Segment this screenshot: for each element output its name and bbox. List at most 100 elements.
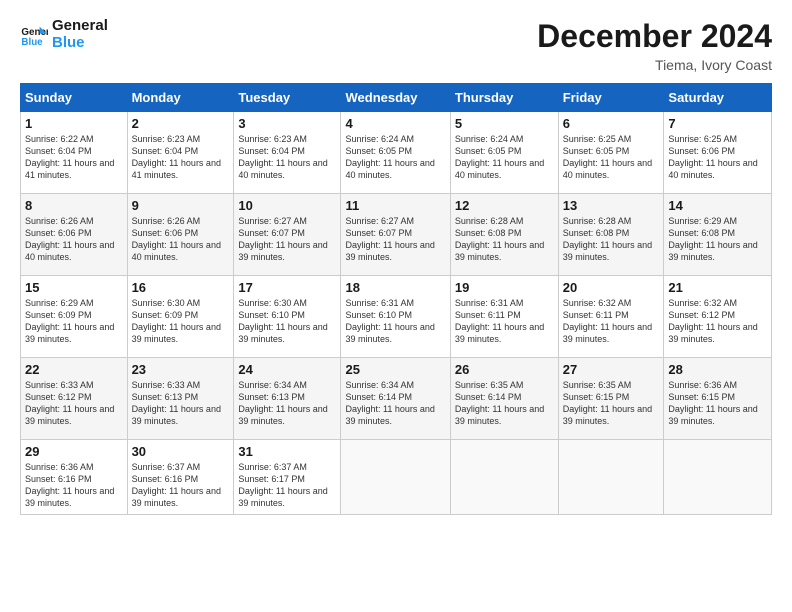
day-info: Sunrise: 6:25 AM Sunset: 6:06 PM Dayligh… — [668, 133, 767, 182]
day-number: 17 — [238, 280, 336, 295]
calendar-cell — [450, 440, 558, 515]
day-info: Sunrise: 6:33 AM Sunset: 6:13 PM Dayligh… — [132, 379, 230, 428]
day-number: 27 — [563, 362, 660, 377]
day-number: 29 — [25, 444, 123, 459]
day-info: Sunrise: 6:25 AM Sunset: 6:05 PM Dayligh… — [563, 133, 660, 182]
weekday-header-saturday: Saturday — [664, 84, 772, 112]
logo-icon: General Blue — [20, 21, 48, 49]
day-info: Sunrise: 6:24 AM Sunset: 6:05 PM Dayligh… — [455, 133, 554, 182]
day-info: Sunrise: 6:28 AM Sunset: 6:08 PM Dayligh… — [455, 215, 554, 264]
calendar-cell: 19 Sunrise: 6:31 AM Sunset: 6:11 PM Dayl… — [450, 276, 558, 358]
calendar-table: SundayMondayTuesdayWednesdayThursdayFrid… — [20, 83, 772, 515]
calendar-cell: 15 Sunrise: 6:29 AM Sunset: 6:09 PM Dayl… — [21, 276, 128, 358]
day-number: 9 — [132, 198, 230, 213]
calendar-cell — [664, 440, 772, 515]
calendar-cell: 18 Sunrise: 6:31 AM Sunset: 6:10 PM Dayl… — [341, 276, 450, 358]
day-number: 25 — [345, 362, 445, 377]
page: General Blue General Blue December 2024 … — [0, 0, 792, 612]
weekday-header-wednesday: Wednesday — [341, 84, 450, 112]
day-info: Sunrise: 6:35 AM Sunset: 6:14 PM Dayligh… — [455, 379, 554, 428]
calendar-cell: 30 Sunrise: 6:37 AM Sunset: 6:16 PM Dayl… — [127, 440, 234, 515]
calendar-cell: 4 Sunrise: 6:24 AM Sunset: 6:05 PM Dayli… — [341, 112, 450, 194]
day-number: 2 — [132, 116, 230, 131]
day-info: Sunrise: 6:26 AM Sunset: 6:06 PM Dayligh… — [132, 215, 230, 264]
day-info: Sunrise: 6:32 AM Sunset: 6:12 PM Dayligh… — [668, 297, 767, 346]
weekday-header-row: SundayMondayTuesdayWednesdayThursdayFrid… — [21, 84, 772, 112]
day-number: 28 — [668, 362, 767, 377]
calendar-cell: 14 Sunrise: 6:29 AM Sunset: 6:08 PM Dayl… — [664, 194, 772, 276]
day-number: 20 — [563, 280, 660, 295]
day-info: Sunrise: 6:23 AM Sunset: 6:04 PM Dayligh… — [132, 133, 230, 182]
calendar-cell: 20 Sunrise: 6:32 AM Sunset: 6:11 PM Dayl… — [558, 276, 664, 358]
weekday-header-sunday: Sunday — [21, 84, 128, 112]
calendar-cell — [558, 440, 664, 515]
logo-blue: Blue — [52, 35, 108, 52]
day-number: 13 — [563, 198, 660, 213]
day-info: Sunrise: 6:22 AM Sunset: 6:04 PM Dayligh… — [25, 133, 123, 182]
day-info: Sunrise: 6:34 AM Sunset: 6:14 PM Dayligh… — [345, 379, 445, 428]
day-number: 16 — [132, 280, 230, 295]
day-number: 1 — [25, 116, 123, 131]
day-number: 4 — [345, 116, 445, 131]
calendar-cell — [341, 440, 450, 515]
day-number: 19 — [455, 280, 554, 295]
day-number: 14 — [668, 198, 767, 213]
weekday-header-monday: Monday — [127, 84, 234, 112]
weekday-header-friday: Friday — [558, 84, 664, 112]
calendar-cell: 1 Sunrise: 6:22 AM Sunset: 6:04 PM Dayli… — [21, 112, 128, 194]
weekday-header-tuesday: Tuesday — [234, 84, 341, 112]
day-number: 18 — [345, 280, 445, 295]
calendar-cell: 8 Sunrise: 6:26 AM Sunset: 6:06 PM Dayli… — [21, 194, 128, 276]
calendar-cell: 28 Sunrise: 6:36 AM Sunset: 6:15 PM Dayl… — [664, 358, 772, 440]
day-info: Sunrise: 6:36 AM Sunset: 6:15 PM Dayligh… — [668, 379, 767, 428]
day-number: 6 — [563, 116, 660, 131]
calendar-cell: 25 Sunrise: 6:34 AM Sunset: 6:14 PM Dayl… — [341, 358, 450, 440]
day-number: 12 — [455, 198, 554, 213]
day-info: Sunrise: 6:31 AM Sunset: 6:10 PM Dayligh… — [345, 297, 445, 346]
logo-general: General — [52, 18, 108, 35]
day-info: Sunrise: 6:28 AM Sunset: 6:08 PM Dayligh… — [563, 215, 660, 264]
day-info: Sunrise: 6:37 AM Sunset: 6:16 PM Dayligh… — [132, 461, 230, 510]
day-info: Sunrise: 6:37 AM Sunset: 6:17 PM Dayligh… — [238, 461, 336, 510]
calendar-cell: 29 Sunrise: 6:36 AM Sunset: 6:16 PM Dayl… — [21, 440, 128, 515]
day-info: Sunrise: 6:29 AM Sunset: 6:09 PM Dayligh… — [25, 297, 123, 346]
calendar-cell: 13 Sunrise: 6:28 AM Sunset: 6:08 PM Dayl… — [558, 194, 664, 276]
calendar-cell: 17 Sunrise: 6:30 AM Sunset: 6:10 PM Dayl… — [234, 276, 341, 358]
day-info: Sunrise: 6:23 AM Sunset: 6:04 PM Dayligh… — [238, 133, 336, 182]
weekday-header-thursday: Thursday — [450, 84, 558, 112]
day-info: Sunrise: 6:34 AM Sunset: 6:13 PM Dayligh… — [238, 379, 336, 428]
day-number: 21 — [668, 280, 767, 295]
day-number: 5 — [455, 116, 554, 131]
day-info: Sunrise: 6:27 AM Sunset: 6:07 PM Dayligh… — [345, 215, 445, 264]
day-number: 8 — [25, 198, 123, 213]
logo: General Blue General Blue — [20, 18, 108, 51]
calendar-week-3: 15 Sunrise: 6:29 AM Sunset: 6:09 PM Dayl… — [21, 276, 772, 358]
calendar-week-4: 22 Sunrise: 6:33 AM Sunset: 6:12 PM Dayl… — [21, 358, 772, 440]
day-number: 24 — [238, 362, 336, 377]
day-number: 31 — [238, 444, 336, 459]
day-info: Sunrise: 6:31 AM Sunset: 6:11 PM Dayligh… — [455, 297, 554, 346]
day-info: Sunrise: 6:36 AM Sunset: 6:16 PM Dayligh… — [25, 461, 123, 510]
calendar-cell: 26 Sunrise: 6:35 AM Sunset: 6:14 PM Dayl… — [450, 358, 558, 440]
day-info: Sunrise: 6:27 AM Sunset: 6:07 PM Dayligh… — [238, 215, 336, 264]
svg-text:Blue: Blue — [21, 36, 43, 47]
day-number: 22 — [25, 362, 123, 377]
day-number: 11 — [345, 198, 445, 213]
day-number: 15 — [25, 280, 123, 295]
calendar-cell: 5 Sunrise: 6:24 AM Sunset: 6:05 PM Dayli… — [450, 112, 558, 194]
calendar-week-5: 29 Sunrise: 6:36 AM Sunset: 6:16 PM Dayl… — [21, 440, 772, 515]
day-info: Sunrise: 6:26 AM Sunset: 6:06 PM Dayligh… — [25, 215, 123, 264]
calendar-cell: 2 Sunrise: 6:23 AM Sunset: 6:04 PM Dayli… — [127, 112, 234, 194]
calendar-cell: 21 Sunrise: 6:32 AM Sunset: 6:12 PM Dayl… — [664, 276, 772, 358]
calendar-cell: 12 Sunrise: 6:28 AM Sunset: 6:08 PM Dayl… — [450, 194, 558, 276]
day-info: Sunrise: 6:29 AM Sunset: 6:08 PM Dayligh… — [668, 215, 767, 264]
day-info: Sunrise: 6:33 AM Sunset: 6:12 PM Dayligh… — [25, 379, 123, 428]
calendar-week-1: 1 Sunrise: 6:22 AM Sunset: 6:04 PM Dayli… — [21, 112, 772, 194]
day-info: Sunrise: 6:35 AM Sunset: 6:15 PM Dayligh… — [563, 379, 660, 428]
day-number: 23 — [132, 362, 230, 377]
day-number: 7 — [668, 116, 767, 131]
calendar-cell: 24 Sunrise: 6:34 AM Sunset: 6:13 PM Dayl… — [234, 358, 341, 440]
calendar-cell: 6 Sunrise: 6:25 AM Sunset: 6:05 PM Dayli… — [558, 112, 664, 194]
day-info: Sunrise: 6:32 AM Sunset: 6:11 PM Dayligh… — [563, 297, 660, 346]
calendar-cell: 11 Sunrise: 6:27 AM Sunset: 6:07 PM Dayl… — [341, 194, 450, 276]
